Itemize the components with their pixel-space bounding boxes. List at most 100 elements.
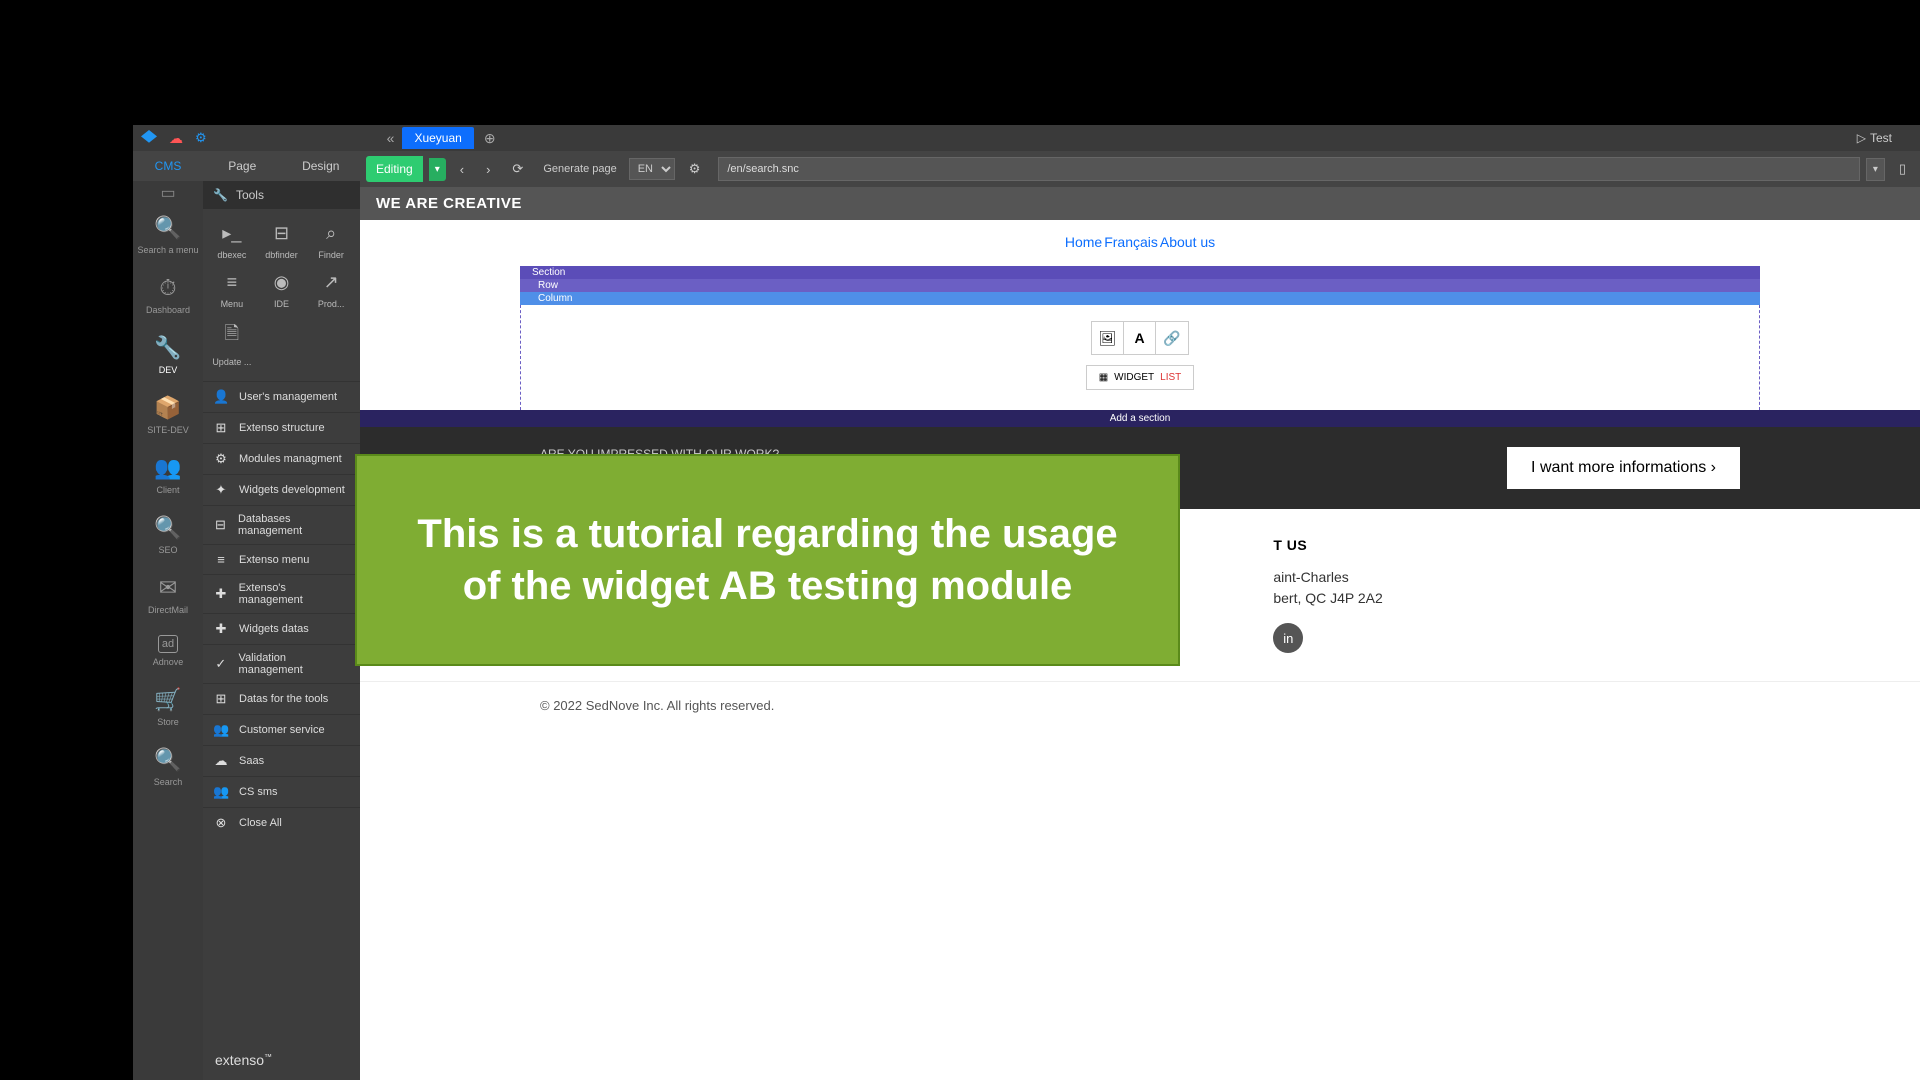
- rail-dev[interactable]: 🔧DEV: [133, 325, 203, 385]
- tools-panel: Page Design 🔧 Tools ▸_dbexec ⊟dbfinder ⌕…: [203, 151, 360, 1080]
- copyright: © 2022 SedNove Inc. All rights reserved.: [360, 681, 1920, 729]
- terminal-icon: ▸_: [222, 223, 241, 244]
- tab-page[interactable]: Page: [203, 151, 282, 181]
- rail-store[interactable]: 🛒Store: [133, 677, 203, 737]
- test-button[interactable]: ▷ Test: [1857, 131, 1892, 145]
- menu-datas-for-tools[interactable]: ⊞Datas for the tools: [203, 683, 360, 714]
- menu-close-all[interactable]: ⊗Close All: [203, 807, 360, 838]
- finder-icon: ⌕: [326, 223, 336, 244]
- label-row[interactable]: Row: [520, 279, 1760, 292]
- menu-extenso-menu[interactable]: ≡Extenso menu: [203, 544, 360, 574]
- dashboard-icon: ⏱: [159, 275, 176, 301]
- menu-cs-sms[interactable]: 👥CS sms: [203, 776, 360, 807]
- rail-adnove[interactable]: adAdnove: [133, 625, 203, 677]
- rail-dashboard[interactable]: ⏱Dashboard: [133, 265, 203, 325]
- menu-widgets-datas[interactable]: ✚Widgets datas: [203, 613, 360, 644]
- rail-header-cms[interactable]: CMS: [133, 151, 203, 181]
- ad-icon: ad: [158, 635, 178, 653]
- support-icon: 👥: [213, 722, 229, 738]
- cloud-sync-icon[interactable]: ☁: [169, 130, 183, 147]
- refresh-button[interactable]: ⟳: [504, 155, 531, 183]
- rail-seo[interactable]: 🔍SEO: [133, 505, 203, 565]
- tutorial-overlay: This is a tutorial regarding the usage o…: [355, 454, 1180, 666]
- tool-dbfinder[interactable]: ⊟dbfinder: [257, 217, 307, 266]
- editing-mode-dropdown[interactable]: ▾: [429, 158, 446, 181]
- nav-francais[interactable]: Français: [1104, 234, 1158, 250]
- menu-modules-management[interactable]: ⚙Modules managment: [203, 443, 360, 474]
- tool-finder[interactable]: ⌕Finder: [306, 217, 356, 266]
- active-project-tab[interactable]: Xueyuan: [402, 127, 473, 149]
- structure-icon: ⊞: [213, 420, 229, 436]
- tools-header: 🔧 Tools: [203, 181, 360, 209]
- footer-contact: T US aint-Charles bert, QC J4P 2A2 in: [1273, 537, 1740, 653]
- rail-client[interactable]: 👥Client: [133, 445, 203, 505]
- tool-ide[interactable]: ◉IDE: [257, 266, 307, 315]
- rail-directmail[interactable]: ✉DirectMail: [133, 565, 203, 625]
- widget-image-icon[interactable]: 🖼: [1092, 322, 1124, 354]
- url-input[interactable]: [718, 157, 1859, 181]
- cart-icon: 🛒: [154, 687, 181, 713]
- language-select[interactable]: EN: [629, 158, 675, 180]
- tool-menu[interactable]: ≡Menu: [207, 266, 257, 315]
- content-toolbar: Editing ▾ ‹ › ⟳ Generate page EN ⚙ ▾ ▯: [360, 151, 1920, 187]
- rail-sub-icon[interactable]: ▭: [133, 181, 203, 205]
- menu-icon: ≡: [227, 272, 238, 293]
- add-section-button[interactable]: Add a section: [360, 410, 1920, 427]
- seo-icon: 🔍: [154, 515, 181, 541]
- widget-drop-zone[interactable]: 🖼 A 🔗 ▦ WIDGET LIST: [520, 305, 1760, 410]
- menu-extenso-management[interactable]: ✚Extenso's management: [203, 574, 360, 613]
- menu-saas[interactable]: ☁Saas: [203, 745, 360, 776]
- close-icon: ⊗: [213, 815, 229, 831]
- site-nav: HomeFrançaisAbout us: [360, 220, 1920, 266]
- tab-design[interactable]: Design: [282, 151, 361, 181]
- app-logo-icon[interactable]: [141, 130, 157, 146]
- list-icon: ≡: [213, 552, 229, 567]
- menu-customer-service[interactable]: 👥Customer service: [203, 714, 360, 745]
- database-icon: ⊟: [213, 517, 228, 533]
- nav-back-button[interactable]: ‹: [452, 156, 472, 183]
- search-icon: 🔍: [154, 747, 181, 773]
- rail-site-dev[interactable]: 📦SITE-DEV: [133, 385, 203, 445]
- settings-gear-icon[interactable]: ⚙: [195, 130, 207, 146]
- widget-text-icon[interactable]: A: [1124, 322, 1156, 354]
- menu-validation-management[interactable]: ✓Validation management: [203, 644, 360, 683]
- collapse-panel-icon[interactable]: «: [387, 130, 395, 146]
- wrench-icon: 🔧: [213, 188, 228, 202]
- ide-icon: ◉: [274, 272, 290, 293]
- menu-databases-management[interactable]: ⊟Databases management: [203, 505, 360, 544]
- widget-list-button[interactable]: ▦ WIDGET LIST: [1086, 365, 1195, 390]
- menu-widgets-dev[interactable]: ✦Widgets development: [203, 474, 360, 505]
- device-preview-icon[interactable]: ▯: [1891, 155, 1914, 183]
- rail-search-menu[interactable]: 🔍Search a menu: [133, 205, 203, 265]
- tool-prod[interactable]: ↗Prod...: [306, 266, 356, 315]
- menu-extenso-structure[interactable]: ⊞Extenso structure: [203, 412, 360, 443]
- editing-mode-button[interactable]: Editing: [366, 156, 423, 182]
- left-rail: CMS ▭ 🔍Search a menu ⏱Dashboard 🔧DEV 📦SI…: [133, 151, 203, 1080]
- tool-dbexec[interactable]: ▸_dbexec: [207, 217, 257, 266]
- label-column[interactable]: Column: [520, 292, 1760, 305]
- rail-search[interactable]: 🔍Search: [133, 737, 203, 797]
- menu-list: 👤User's management ⊞Extenso structure ⚙M…: [203, 381, 360, 838]
- nav-home[interactable]: Home: [1065, 234, 1102, 250]
- panel-tabs: Page Design: [203, 151, 360, 181]
- mail-icon: ✉: [159, 575, 177, 601]
- sms-icon: 👥: [213, 784, 229, 800]
- grid-icon: ⊞: [213, 691, 229, 707]
- hero-banner: WE ARE CREATIVE: [360, 187, 1920, 220]
- cta-button[interactable]: I want more informations ›: [1507, 447, 1740, 489]
- nav-forward-button[interactable]: ›: [478, 156, 498, 183]
- widget-link-icon[interactable]: 🔗: [1156, 322, 1188, 354]
- cloud-icon: ☁: [213, 753, 229, 769]
- widget-icon: ✦: [213, 482, 229, 498]
- linkedin-icon[interactable]: in: [1273, 623, 1303, 653]
- label-section[interactable]: Section: [520, 266, 1760, 279]
- menu-users-management[interactable]: 👤User's management: [203, 381, 360, 412]
- generate-page-button[interactable]: Generate page: [537, 163, 622, 175]
- tool-update[interactable]: 🗎Update ...: [207, 315, 257, 373]
- wrench-icon: 🔧: [154, 335, 181, 361]
- url-dropdown[interactable]: ▾: [1866, 158, 1885, 181]
- add-tab-icon[interactable]: ⊕: [484, 130, 496, 147]
- nav-about[interactable]: About us: [1160, 234, 1215, 250]
- toolbar-gear-icon[interactable]: ⚙: [681, 155, 709, 183]
- layout-breadcrumb: Section Row Column: [520, 266, 1760, 305]
